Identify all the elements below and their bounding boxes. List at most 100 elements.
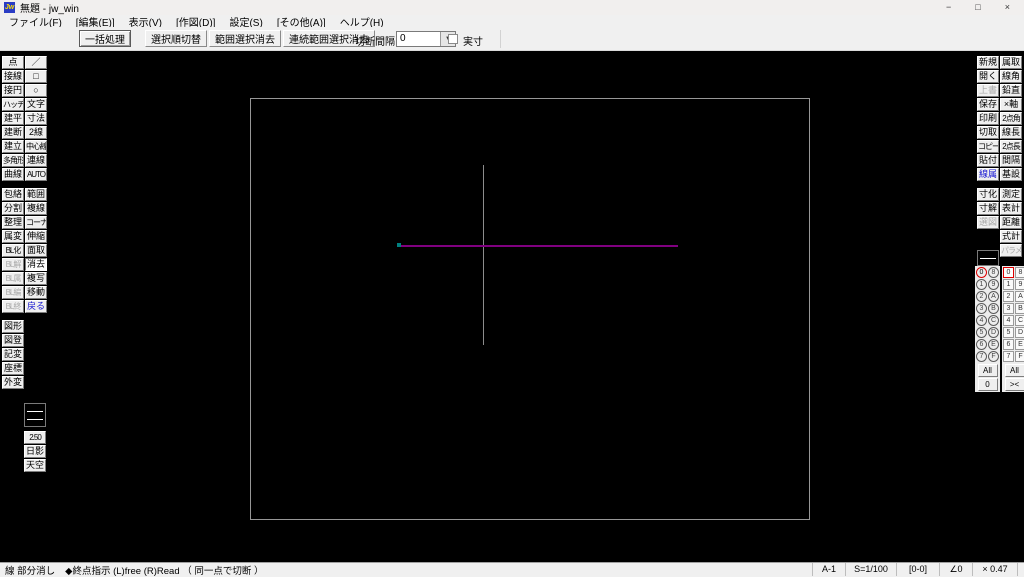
tool-button-建立[interactable]: 建立 [2, 140, 24, 153]
layer-circle-E[interactable]: E [988, 339, 999, 350]
cut-interval-combobox[interactable]: 0 ▼ [396, 31, 456, 47]
layer-circle-3[interactable]: 3 [976, 303, 987, 314]
maximize-icon[interactable]: □ [975, 3, 980, 12]
tool-button-包絡[interactable]: 包絡 [2, 188, 24, 201]
tool-button-上書[interactable]: 上書 [977, 84, 999, 97]
layer-square-6[interactable]: 6 [1003, 339, 1014, 350]
tool-button-コピー[interactable]: コピー [977, 140, 999, 153]
layer-square-all-button[interactable]: All [1005, 364, 1024, 377]
tool-button-表計[interactable]: 表計 [1000, 202, 1022, 215]
line-attribute-swatch[interactable] [24, 403, 46, 427]
tool-button-開く[interactable]: 開く [977, 70, 999, 83]
layer-circle-tail-button[interactable]: 0 [978, 378, 998, 391]
tool-button-接線[interactable]: 接線 [2, 70, 24, 83]
layer-square-2[interactable]: 2 [1003, 291, 1014, 302]
tool-button-印刷[interactable]: 印刷 [977, 112, 999, 125]
tool-button-切取[interactable]: 切取 [977, 126, 999, 139]
layer-square-B[interactable]: B [1015, 303, 1024, 314]
status-cell-∠0[interactable]: ∠0 [939, 563, 972, 576]
tool-button-BL属[interactable]: BL属 [2, 272, 24, 285]
tool-button-2線[interactable]: 2線 [25, 126, 47, 139]
layer-circle-5[interactable]: 5 [976, 327, 987, 338]
tool-button-複写[interactable]: 複写 [25, 272, 47, 285]
tool-button-式計[interactable]: 式計 [1000, 230, 1022, 243]
tool-button-パラメ[interactable]: パラメ [1000, 244, 1022, 257]
layer-square-1[interactable]: 1 [1003, 279, 1014, 290]
layer-square-E[interactable]: E [1015, 339, 1024, 350]
tool-button-×軸[interactable]: ×軸 [1000, 98, 1022, 111]
tool-button-移動[interactable]: 移動 [25, 286, 47, 299]
tool-button-保存[interactable]: 保存 [977, 98, 999, 111]
layer-circle-4[interactable]: 4 [976, 315, 987, 326]
tool-button-寸解[interactable]: 寸解 [977, 202, 999, 215]
layer-circle-7[interactable]: 7 [976, 351, 987, 362]
layer-square-4[interactable]: 4 [1003, 315, 1014, 326]
tool-button-寸法[interactable]: 寸法 [25, 112, 47, 125]
tool-button-建断[interactable]: 建断 [2, 126, 24, 139]
layer-square-D[interactable]: D [1015, 327, 1024, 338]
tool-button-文字[interactable]: 文字 [25, 98, 47, 111]
layer-square-C[interactable]: C [1015, 315, 1024, 326]
layer-circle-8[interactable]: 8 [988, 267, 999, 278]
tool-button-○[interactable]: ○ [25, 84, 47, 97]
tool-button-記変[interactable]: 記変 [2, 348, 24, 361]
status-cell-A-1[interactable]: A-1 [812, 563, 845, 576]
layer-circle-C[interactable]: C [988, 315, 999, 326]
tool-button-図形[interactable]: 図形 [2, 320, 24, 333]
layer-square-tail-button[interactable]: >< [1005, 378, 1024, 391]
tool-button-属取[interactable]: 属取 [1000, 56, 1022, 69]
tool-button-戻る[interactable]: 戻る [25, 300, 47, 313]
status-cell-[0-0][interactable]: [0-0] [896, 563, 939, 576]
tool-button-AUTO[interactable]: AUTO [25, 168, 47, 181]
tool-button-日影[interactable]: 日影 [24, 445, 46, 458]
tool-button-整理[interactable]: 整理 [2, 216, 24, 229]
tool-button-面取[interactable]: 面取 [25, 244, 47, 257]
tool-button-曲線[interactable]: 曲線 [2, 168, 24, 181]
tool-button-□[interactable]: □ [25, 70, 47, 83]
layer-circle-0[interactable]: 0 [976, 267, 987, 278]
tool-button-BL解[interactable]: BL解 [2, 258, 24, 271]
control-button-一括処理[interactable]: 一括処理 [79, 30, 131, 47]
tool-button-BL化[interactable]: BL化 [2, 244, 24, 257]
tool-button-伸縮[interactable]: 伸縮 [25, 230, 47, 243]
minimize-icon[interactable]: − [946, 3, 951, 12]
control-button-範囲選択消去[interactable]: 範囲選択消去 [209, 30, 281, 47]
tool-button-図登[interactable]: 図登 [2, 334, 24, 347]
tool-button-点[interactable]: 点 [2, 56, 24, 69]
control-button-選択順切替[interactable]: 選択順切替 [145, 30, 207, 47]
tool-button-測定[interactable]: 測定 [1000, 188, 1022, 201]
layer-circle-all-button[interactable]: All [978, 364, 998, 377]
tool-button-寸化[interactable]: 寸化 [977, 188, 999, 201]
layer-circle-A[interactable]: A [988, 291, 999, 302]
layer-circle-D[interactable]: D [988, 327, 999, 338]
layer-circle-1[interactable]: 1 [976, 279, 987, 290]
layer-square-A[interactable]: A [1015, 291, 1024, 302]
tool-button-距離[interactable]: 距離 [1000, 216, 1022, 229]
tool-button-天空[interactable]: 天空 [24, 459, 46, 472]
layer-square-5[interactable]: 5 [1003, 327, 1014, 338]
tool-button-選図[interactable]: 選図 [977, 216, 999, 229]
layer-circle-6[interactable]: 6 [976, 339, 987, 350]
layer-circle-F[interactable]: F [988, 351, 999, 362]
tool-button-消去[interactable]: 消去 [25, 258, 47, 271]
tool-button-線属[interactable]: 線属 [977, 168, 999, 181]
layer-square-3[interactable]: 3 [1003, 303, 1014, 314]
tool-button-BL終[interactable]: BL終 [2, 300, 24, 313]
tool-button-連線[interactable]: 連線 [25, 154, 47, 167]
tool-button-間隔[interactable]: 間隔 [1000, 154, 1022, 167]
tool-button-範囲[interactable]: 範囲 [25, 188, 47, 201]
tool-button-複線[interactable]: 複線 [25, 202, 47, 215]
layer-square-9[interactable]: 9 [1015, 279, 1024, 290]
layer-square-8[interactable]: 8 [1015, 267, 1024, 278]
tool-button-線角[interactable]: 線角 [1000, 70, 1022, 83]
tool-button-2点長[interactable]: 2点長 [1000, 140, 1022, 153]
tool-button-属変[interactable]: 属変 [2, 230, 24, 243]
layer-circle-B[interactable]: B [988, 303, 999, 314]
tool-button-外変[interactable]: 外変 [2, 376, 24, 389]
tool-button-分割[interactable]: 分割 [2, 202, 24, 215]
close-icon[interactable]: × [1005, 3, 1010, 12]
tool-button-コーナー[interactable]: コーナー [25, 216, 47, 229]
layer-circle-9[interactable]: 9 [988, 279, 999, 290]
tool-button-BL編[interactable]: BL編 [2, 286, 24, 299]
layer-square-F[interactable]: F [1015, 351, 1024, 362]
